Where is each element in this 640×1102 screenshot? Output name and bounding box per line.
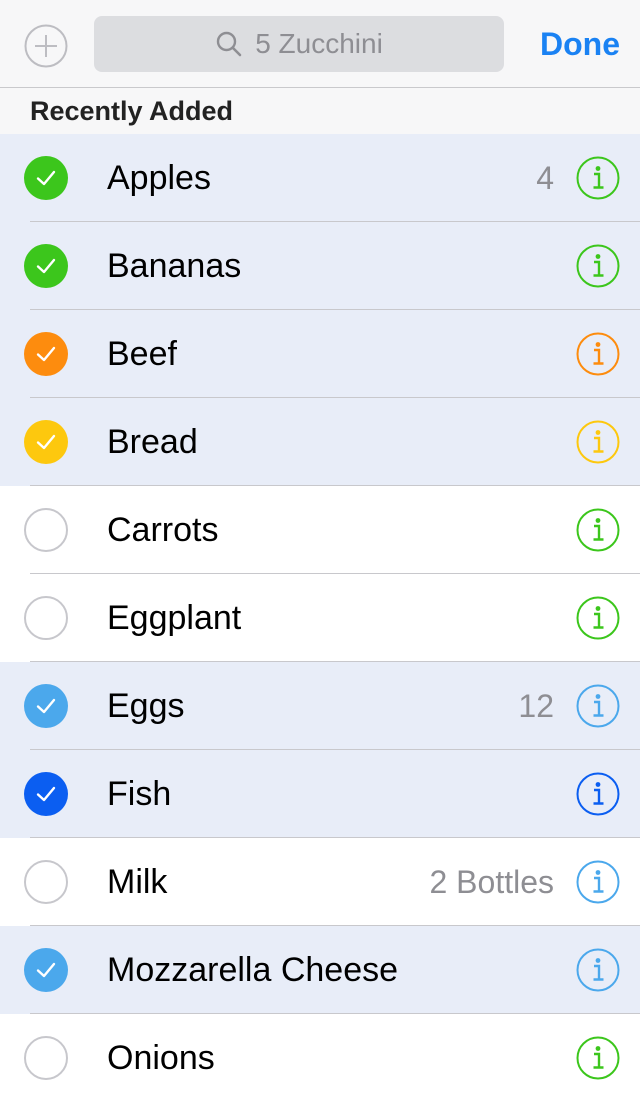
top-toolbar: 5 Zucchini Done <box>0 0 640 88</box>
info-icon[interactable] <box>576 156 620 200</box>
add-button[interactable] <box>24 24 68 68</box>
search-field[interactable]: 5 Zucchini <box>94 16 504 72</box>
list-item[interactable]: Onions <box>0 1014 640 1102</box>
done-button[interactable]: Done <box>540 24 620 64</box>
item-label: Eggplant <box>107 599 242 637</box>
checkmark-circle-icon[interactable] <box>24 684 68 728</box>
item-label: Apples <box>107 159 211 197</box>
grocery-list: Apples 4 Bananas Beef Bread Carrots Eggplant Eg… <box>0 134 640 1102</box>
info-icon[interactable] <box>576 420 620 464</box>
item-label: Bread <box>107 423 198 461</box>
list-item[interactable]: Eggs 12 <box>0 662 640 750</box>
item-label: Mozzarella Cheese <box>107 951 399 989</box>
item-quantity: 2 Bottles <box>429 864 554 900</box>
checkmark-circle-icon[interactable] <box>24 332 68 376</box>
item-quantity: 4 <box>536 160 554 196</box>
checkmark-circle-icon[interactable] <box>24 156 68 200</box>
item-label: Onions <box>107 1039 215 1077</box>
section-header: Recently Added <box>0 88 640 134</box>
info-icon[interactable] <box>576 508 620 552</box>
item-label: Fish <box>107 775 172 813</box>
item-label: Carrots <box>107 511 219 549</box>
empty-circle-icon[interactable] <box>24 860 68 904</box>
checkmark-circle-icon[interactable] <box>24 244 68 288</box>
checkmark-circle-icon[interactable] <box>24 948 68 992</box>
item-label: Bananas <box>107 247 242 285</box>
search-icon <box>215 30 243 58</box>
item-quantity: 12 <box>518 688 554 724</box>
search-value: 5 Zucchini <box>255 28 383 59</box>
info-icon[interactable] <box>576 948 620 992</box>
info-icon[interactable] <box>576 1036 620 1080</box>
info-icon[interactable] <box>576 332 620 376</box>
info-icon[interactable] <box>576 244 620 288</box>
info-icon[interactable] <box>576 596 620 640</box>
item-label: Milk <box>107 863 168 901</box>
list-item[interactable]: Milk 2 Bottles <box>0 838 640 926</box>
list-item[interactable]: Carrots <box>0 486 640 574</box>
info-icon[interactable] <box>576 772 620 816</box>
empty-circle-icon[interactable] <box>24 596 68 640</box>
list-item[interactable]: Mozzarella Cheese <box>0 926 640 1014</box>
list-item[interactable]: Bread <box>0 398 640 486</box>
list-item[interactable]: Eggplant <box>0 574 640 662</box>
item-label: Beef <box>107 335 177 373</box>
info-icon[interactable] <box>576 684 620 728</box>
empty-circle-icon[interactable] <box>24 508 68 552</box>
list-item[interactable]: Beef <box>0 310 640 398</box>
list-item[interactable]: Fish <box>0 750 640 838</box>
info-icon[interactable] <box>576 860 620 904</box>
item-label: Eggs <box>107 687 185 725</box>
section-title: Recently Added <box>30 96 234 126</box>
empty-circle-icon[interactable] <box>24 1036 68 1080</box>
checkmark-circle-icon[interactable] <box>24 420 68 464</box>
list-item[interactable]: Apples 4 <box>0 134 640 222</box>
list-item[interactable]: Bananas <box>0 222 640 310</box>
checkmark-circle-icon[interactable] <box>24 772 68 816</box>
plus-circle-icon <box>24 24 68 68</box>
